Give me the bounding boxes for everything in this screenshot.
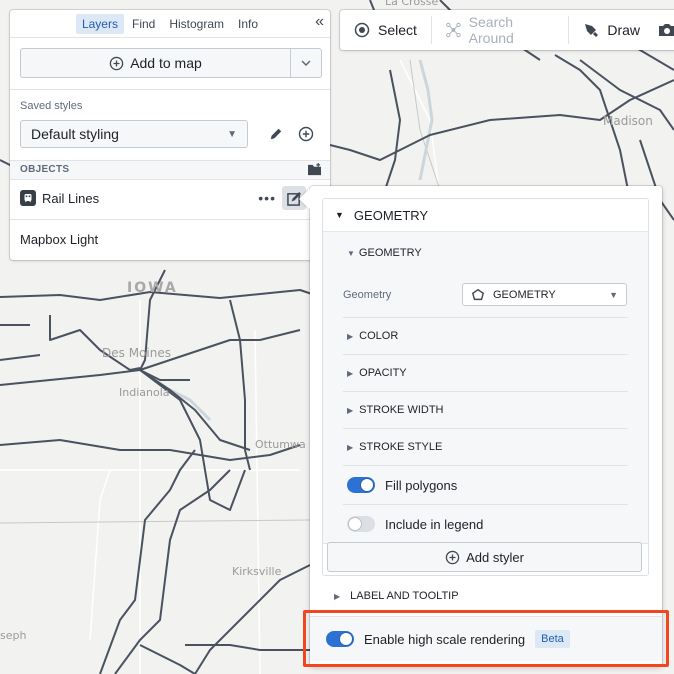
section-label: COLOR [359, 330, 399, 342]
add-to-map-group: Add to map [20, 48, 322, 78]
beta-badge: Beta [535, 630, 570, 648]
divider [343, 465, 628, 466]
polygon-icon [471, 288, 485, 300]
caret-right-icon: ▶ [347, 405, 354, 415]
layer-name: Rail Lines [42, 190, 100, 206]
map-label-city: seph [0, 629, 27, 642]
map-label-city: Ottumwa [255, 438, 306, 451]
objects-section-header: OBJECTS [10, 160, 330, 180]
include-legend-label: Include in legend [385, 516, 484, 532]
caret-right-icon: ▶ [347, 442, 354, 452]
draw-tool-label: Draw [607, 22, 641, 38]
saved-styles-label: Saved styles [20, 100, 83, 112]
section-opacity[interactable]: ▶ OPACITY [347, 367, 407, 379]
section-label: OPACITY [359, 367, 407, 379]
fill-polygons-label: Fill polygons [385, 477, 458, 493]
map-toolbar: Select Search Around Draw [340, 10, 674, 50]
tab-info[interactable]: Info [232, 14, 264, 34]
map-label-city: La Crosse [385, 0, 439, 8]
edit-style-button[interactable] [266, 124, 286, 144]
high-scale-rendering-row: Enable high scale rendering Beta [310, 616, 662, 661]
plus-circle-icon [298, 126, 314, 142]
geometry-styler-card: ▼ GEOMETRY ▼ GEOMETRY Geometry GEOMETRY … [322, 198, 649, 576]
select-target-icon [354, 22, 370, 38]
geometry-property-value: GEOMETRY [493, 288, 556, 301]
select-tool-button[interactable]: Select [340, 16, 431, 44]
divider [343, 391, 628, 392]
plus-circle-icon [445, 550, 460, 564]
chevron-down-icon [301, 60, 311, 66]
more-options-icon[interactable]: ••• [258, 190, 276, 206]
geometry-field-label: Geometry [343, 289, 392, 301]
map-label-state: IOWA [127, 280, 178, 296]
label-tooltip-title: LABEL AND TOOLTIP [350, 590, 459, 602]
divider [343, 504, 628, 505]
tab-find[interactable]: Find [126, 14, 161, 34]
tab-histogram[interactable]: Histogram [163, 14, 230, 34]
search-around-icon [446, 22, 461, 38]
caret-right-icon: ▶ [347, 368, 354, 378]
search-around-label: Search Around [468, 14, 514, 46]
map-label-city: Indianola [119, 386, 170, 399]
caret-down-icon: ▼ [335, 210, 344, 220]
high-scale-rendering-toggle[interactable] [326, 631, 354, 647]
fill-polygons-row: Fill polygons [347, 477, 457, 493]
geometry-property-select[interactable]: GEOMETRY ▼ [462, 283, 627, 306]
add-to-map-label: Add to map [130, 55, 202, 71]
objects-header-label: OBJECTS [20, 164, 70, 175]
high-scale-rendering-label: Enable high scale rendering [364, 631, 526, 647]
layer-row[interactable]: Rail Lines ••• [10, 180, 330, 216]
screenshot-button[interactable] [654, 16, 674, 44]
caret-right-icon: ▶ [334, 591, 341, 601]
section-stroke-width[interactable]: ▶ STROKE WIDTH [347, 404, 444, 416]
map-label-city: Madison [603, 114, 653, 128]
geometry-card-header[interactable]: ▼ GEOMETRY [323, 199, 648, 232]
geometry-subsection-toggle[interactable]: ▼ GEOMETRY [347, 247, 422, 259]
add-style-button[interactable] [296, 124, 316, 144]
basemap-name[interactable]: Mapbox Light [20, 232, 98, 247]
saved-styles-select[interactable]: Default styling ▼ [20, 120, 248, 148]
include-legend-row: Include in legend [347, 516, 483, 532]
double-chevron-left-icon[interactable]: « [315, 14, 324, 30]
section-label: STROKE WIDTH [359, 404, 444, 416]
tab-layers[interactable]: Layers [75, 13, 124, 34]
add-to-map-button[interactable]: Add to map [21, 49, 290, 77]
section-stroke-style[interactable]: ▶ STROKE STYLE [347, 441, 442, 453]
section-label: STROKE STYLE [359, 441, 443, 453]
divider [343, 317, 628, 318]
caret-down-icon: ▼ [347, 248, 355, 258]
add-styler-label: Add styler [466, 549, 524, 565]
new-folder-icon[interactable] [307, 163, 322, 176]
geometry-card-title: GEOMETRY [353, 207, 429, 223]
draw-tool-button[interactable]: Draw [569, 16, 654, 44]
caret-right-icon: ▶ [347, 331, 354, 341]
layers-panel: Layers Find Histogram Info « Add to map … [10, 10, 330, 260]
add-styler-button[interactable]: Add styler [327, 542, 642, 572]
geometry-subsection-title: GEOMETRY [358, 247, 422, 259]
divider [343, 354, 628, 355]
pencil-icon [270, 128, 282, 140]
pen-icon [585, 24, 599, 37]
map-label-city: Kirksville [232, 565, 282, 578]
include-legend-toggle[interactable] [347, 516, 375, 532]
select-tool-label: Select [378, 22, 417, 38]
divider [10, 219, 330, 220]
label-tooltip-section[interactable]: ▶ LABEL AND TOOLTIP [334, 590, 459, 602]
style-popover: ▼ GEOMETRY ▼ GEOMETRY Geometry GEOMETRY … [299, 186, 662, 666]
fill-polygons-toggle[interactable] [347, 477, 375, 493]
train-icon [20, 190, 36, 206]
saved-style-value: Default styling [31, 126, 119, 142]
plus-circle-icon [109, 56, 124, 70]
add-to-map-dropdown[interactable] [290, 49, 321, 77]
divider [10, 89, 330, 90]
caret-down-icon: ▼ [609, 289, 618, 300]
divider [343, 428, 628, 429]
panel-tabs: Layers Find Histogram Info « [10, 10, 330, 38]
search-around-button[interactable]: Search Around [432, 14, 569, 46]
camera-icon [659, 24, 674, 36]
section-color[interactable]: ▶ COLOR [347, 330, 398, 342]
map-label-city: Des Moines [102, 346, 171, 360]
caret-down-icon: ▼ [227, 128, 237, 140]
